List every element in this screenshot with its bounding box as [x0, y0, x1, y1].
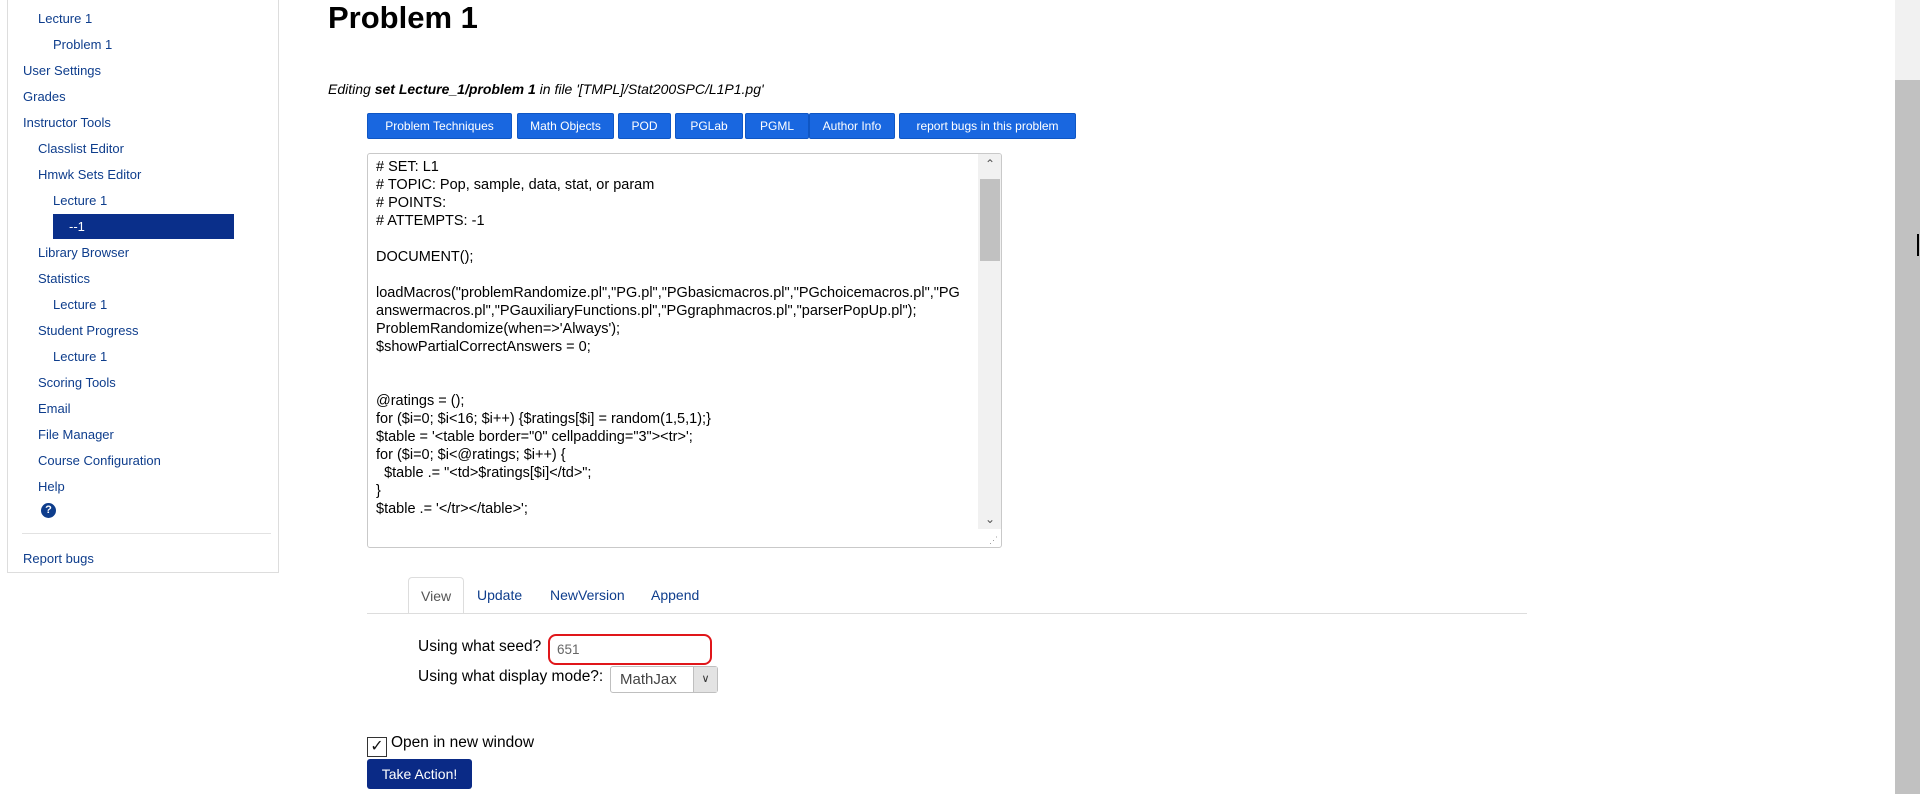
sidebar-item-active-problem[interactable]: --1 — [53, 214, 234, 239]
page-scrollbar[interactable] — [1895, 0, 1920, 794]
take-action-button[interactable]: Take Action! — [367, 759, 472, 789]
report-bugs-in-problem-button[interactable]: report bugs in this problem — [899, 113, 1076, 139]
sidebar-item-email[interactable]: Email — [38, 401, 71, 416]
sidebar-item-user-settings[interactable]: User Settings — [23, 63, 101, 78]
pglab-button[interactable]: PGLab — [675, 113, 743, 139]
pgml-button[interactable]: PGML — [745, 113, 809, 139]
editing-info: Editing set Lecture_1/problem 1 in file … — [328, 81, 764, 97]
scroll-down-arrow-icon[interactable]: ⌄ — [978, 509, 1001, 529]
sidebar-item-hmwk-sets-editor[interactable]: Hmwk Sets Editor — [38, 167, 141, 182]
sidebar-item-classlist-editor[interactable]: Classlist Editor — [38, 141, 124, 156]
sidebar-item-library-browser[interactable]: Library Browser — [38, 245, 129, 260]
question-circle-icon[interactable]: ? — [41, 503, 56, 518]
editor-scroll-thumb[interactable] — [980, 179, 1000, 261]
display-mode-value: MathJax — [620, 671, 677, 688]
author-info-button[interactable]: Author Info — [809, 113, 895, 139]
open-new-window-checkbox[interactable]: ✓ — [367, 737, 387, 757]
tabs-divider — [367, 613, 1527, 614]
sidebar-item-hmwk-lecture-1[interactable]: Lecture 1 — [53, 193, 107, 208]
sidebar-item-scoring-tools[interactable]: Scoring Tools — [38, 375, 116, 390]
seed-label: Using what seed? — [418, 638, 542, 655]
sidebar-divider — [22, 533, 271, 534]
sidebar-item-course-configuration[interactable]: Course Configuration — [38, 453, 161, 468]
math-objects-button[interactable]: Math Objects — [517, 113, 614, 139]
seed-input[interactable] — [548, 634, 712, 665]
sidebar-item-help[interactable]: Help — [38, 479, 65, 494]
report-bugs-link[interactable]: Report bugs — [23, 551, 94, 566]
scroll-up-arrow-icon[interactable]: ⌃ — [978, 154, 1001, 174]
sidebar-item-student-progress[interactable]: Student Progress — [38, 323, 138, 338]
sidebar-item-statistics[interactable]: Statistics — [38, 271, 90, 286]
open-new-window-label: Open in new window — [391, 734, 535, 751]
resize-grip-icon[interactable]: ⋰ — [989, 535, 999, 545]
problem-source-code[interactable]: # SET: L1 # TOPIC: Pop, sample, data, st… — [376, 158, 966, 518]
tab-append[interactable]: Append — [639, 577, 711, 613]
display-mode-label: Using what display mode?: — [418, 668, 604, 685]
sidebar-item-problem-1[interactable]: Problem 1 — [53, 37, 112, 52]
page-title: Problem 1 — [328, 0, 478, 35]
tab-view[interactable]: View — [408, 577, 465, 614]
page-scroll-thumb[interactable] — [1895, 80, 1920, 794]
tab-update[interactable]: Update — [465, 577, 534, 613]
sidebar-item-progress-lecture-1[interactable]: Lecture 1 — [53, 349, 107, 364]
sidebar-nav: Lecture 1 Problem 1 User Settings Grades… — [7, 0, 279, 573]
mouse-cursor-icon — [1917, 234, 1919, 256]
pod-button[interactable]: POD — [618, 113, 671, 139]
code-editor[interactable]: # SET: L1 # TOPIC: Pop, sample, data, st… — [367, 153, 1002, 548]
sidebar-item-file-manager[interactable]: File Manager — [38, 427, 114, 442]
sidebar-item-statistics-lecture-1[interactable]: Lecture 1 — [53, 297, 107, 312]
sidebar-item-lecture-1[interactable]: Lecture 1 — [38, 11, 92, 26]
problem-techniques-button[interactable]: Problem Techniques — [367, 113, 512, 139]
display-mode-select[interactable]: MathJax ∨ — [610, 666, 718, 693]
editor-scrollbar[interactable]: ⌃ ⌄ — [978, 154, 1001, 529]
tab-newversion[interactable]: NewVersion — [538, 577, 637, 613]
sidebar-item-grades[interactable]: Grades — [23, 89, 66, 104]
chevron-down-icon[interactable]: ∨ — [693, 667, 717, 692]
sidebar-item-instructor-tools[interactable]: Instructor Tools — [23, 115, 111, 130]
